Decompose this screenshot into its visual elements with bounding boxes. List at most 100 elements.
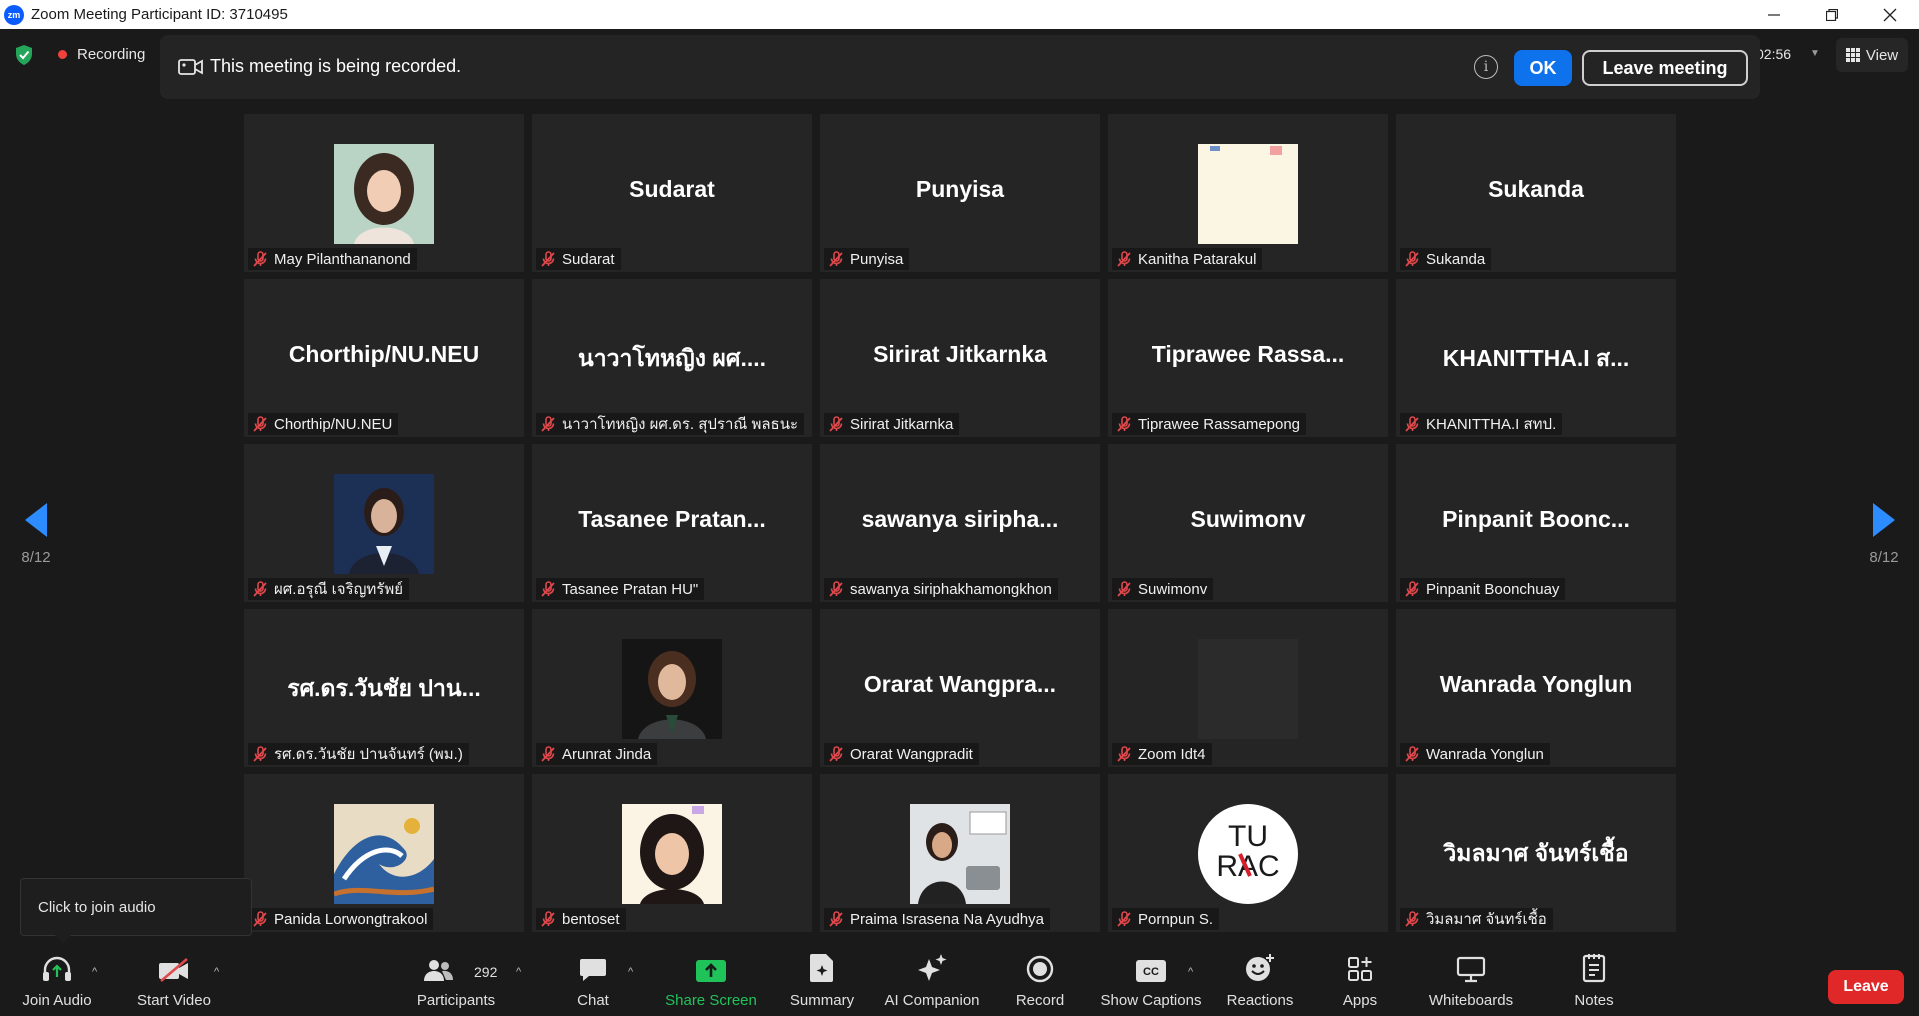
participant-tile[interactable]: Arunrat Jinda bbox=[532, 609, 812, 767]
summary-button[interactable]: Summary bbox=[786, 946, 858, 1016]
previous-page-nav[interactable]: 8/12 bbox=[16, 503, 56, 566]
participant-tile[interactable]: Wanrada Yonglun Wanrada Yonglun bbox=[1396, 609, 1676, 767]
participant-tile[interactable]: Orarat Wangpra... Orarat Wangpradit bbox=[820, 609, 1100, 767]
arrow-left-icon[interactable] bbox=[25, 503, 47, 537]
recording-indicator[interactable]: Recording bbox=[58, 43, 145, 65]
participant-tile[interactable]: Pinpanit Boonc... Pinpanit Boonchuay bbox=[1396, 444, 1676, 602]
whiteboards-button[interactable]: Whiteboards bbox=[1420, 946, 1522, 1016]
participant-name-label: sawanya siriphakhamongkhon bbox=[824, 578, 1058, 600]
participant-name: รศ.ดร.วันชัย ปานจันทร์ (พม.) bbox=[274, 746, 463, 763]
participant-tile[interactable]: Punyisa Punyisa bbox=[820, 114, 1100, 272]
info-icon[interactable]: i bbox=[1474, 55, 1498, 79]
participant-name-label: Arunrat Jinda bbox=[536, 743, 658, 765]
apps-label: Apps bbox=[1342, 992, 1378, 1009]
participant-tile[interactable]: รศ.ดร.วันชัย ปาน... รศ.ดร.วันชัย ปานจันทร… bbox=[244, 609, 524, 767]
ai-companion-button[interactable]: AI Companion bbox=[880, 946, 984, 1016]
participant-display-name: Orarat Wangpra... bbox=[863, 671, 1057, 697]
notes-button[interactable]: Notes bbox=[1568, 946, 1620, 1016]
record-button[interactable]: Record bbox=[1010, 946, 1070, 1016]
participant-tile[interactable]: Panida Lorwongtrakool bbox=[244, 774, 524, 932]
join-audio-button[interactable]: Join Audio bbox=[14, 946, 100, 1016]
participant-tile[interactable]: Chorthip/NU.NEU Chorthip/NU.NEU bbox=[244, 279, 524, 437]
participant-tile[interactable]: sawanya siripha... sawanya siriphakhamong… bbox=[820, 444, 1100, 602]
captions-options-chevron-icon[interactable]: ^ bbox=[1188, 966, 1193, 978]
restore-button[interactable] bbox=[1803, 0, 1861, 29]
reactions-label: Reactions bbox=[1226, 992, 1294, 1009]
minimize-button[interactable] bbox=[1745, 0, 1803, 29]
chat-options-chevron-icon[interactable]: ^ bbox=[628, 966, 633, 978]
show-captions-button[interactable]: CC Show Captions bbox=[1096, 946, 1206, 1016]
view-button[interactable]: View bbox=[1836, 38, 1908, 72]
participant-tile[interactable]: Sirirat Jitkarnka Sirirat Jitkarnka bbox=[820, 279, 1100, 437]
participant-name: Orarat Wangpradit bbox=[850, 745, 973, 763]
window-titlebar: zm Zoom Meeting Participant ID: 3710495 bbox=[0, 0, 1919, 29]
participant-tile[interactable]: Zoom Idt4 bbox=[1108, 609, 1388, 767]
participant-name-label: Suwimonv bbox=[1112, 578, 1214, 600]
participant-avatar-photo bbox=[622, 804, 722, 904]
participant-name-label: Praima Israsena Na Ayudhya bbox=[824, 908, 1050, 930]
whiteboards-label: Whiteboards bbox=[1428, 992, 1514, 1009]
participant-tile[interactable]: Sukanda Sukanda bbox=[1396, 114, 1676, 272]
participant-display-name: Sirirat Jitkarnka bbox=[873, 341, 1047, 367]
ai-sparkle-icon bbox=[918, 954, 947, 981]
svg-text:TU: TU bbox=[1228, 820, 1268, 853]
participant-avatar-placeholder bbox=[1198, 639, 1298, 739]
chat-label: Chat bbox=[577, 992, 609, 1009]
participants-options-chevron-icon[interactable]: ^ bbox=[516, 966, 521, 978]
participant-tile[interactable]: May Pilanthananond bbox=[244, 114, 524, 272]
participants-button[interactable]: 292 Participants bbox=[410, 946, 502, 1016]
participant-name-label: Sirirat Jitkarnka bbox=[824, 413, 960, 435]
share-screen-button[interactable]: Share Screen bbox=[664, 946, 758, 1016]
participant-tile[interactable]: วิมลมาศ จันทร์เชื้อ วิมลมาศ จันทร์เชื้อ bbox=[1396, 774, 1676, 932]
mic-muted-icon bbox=[541, 251, 555, 267]
participant-name-label: May Pilanthananond bbox=[248, 248, 417, 270]
participant-name-label: วิมลมาศ จันทร์เชื้อ bbox=[1400, 908, 1553, 930]
zoom-logo-icon: zm bbox=[4, 4, 24, 25]
apps-button[interactable]: Apps bbox=[1336, 946, 1384, 1016]
participant-name-label: ผศ.อรุณี เจริญทรัพย์ bbox=[248, 578, 410, 600]
audio-options-chevron-icon[interactable]: ^ bbox=[92, 966, 97, 978]
participant-display-name: วิมลมาศ จันทร์เชื้อ bbox=[1443, 840, 1629, 866]
mic-muted-icon bbox=[829, 911, 843, 927]
arrow-right-icon[interactable] bbox=[1873, 503, 1895, 537]
participant-tile[interactable]: Praima Israsena Na Ayudhya bbox=[820, 774, 1100, 932]
next-page-nav[interactable]: 8/12 bbox=[1864, 503, 1904, 566]
video-options-chevron-icon[interactable]: ^ bbox=[214, 966, 219, 978]
close-window-button[interactable] bbox=[1861, 0, 1919, 29]
security-shield-icon[interactable] bbox=[14, 44, 34, 66]
mic-muted-icon bbox=[829, 251, 843, 267]
participant-name: Tasanee Pratan HU" bbox=[562, 580, 699, 598]
participant-name: ผศ.อรุณี เจริญทรัพย์ bbox=[274, 581, 404, 598]
participant-name-label: KHANITTHA.I สทป. bbox=[1400, 413, 1563, 435]
participant-name: Pornpun S. bbox=[1138, 910, 1214, 928]
leave-button[interactable]: Leave bbox=[1828, 970, 1904, 1004]
participant-tile[interactable]: KHANITTHA.I ส... KHANITTHA.I สทป. bbox=[1396, 279, 1676, 437]
participant-display-name: Sudarat bbox=[629, 176, 715, 202]
participant-display-name: Punyisa bbox=[915, 176, 1005, 202]
ok-button[interactable]: OK bbox=[1514, 50, 1572, 86]
participant-tile[interactable]: ผศ.อรุณี เจริญทรัพย์ bbox=[244, 444, 524, 602]
close-icon bbox=[1883, 8, 1897, 21]
participant-tile[interactable]: Kanitha Patarakul bbox=[1108, 114, 1388, 272]
participant-tile[interactable]: Tasanee Pratan... Tasanee Pratan HU" bbox=[532, 444, 812, 602]
start-video-button[interactable]: Start Video bbox=[132, 946, 216, 1016]
chevron-down-icon[interactable]: ▼ bbox=[1810, 48, 1820, 59]
participants-icon bbox=[424, 960, 453, 981]
mic-muted-icon bbox=[253, 416, 267, 432]
participant-name: Chorthip/NU.NEU bbox=[274, 415, 393, 433]
chat-button[interactable]: Chat bbox=[566, 946, 620, 1016]
participant-tile[interactable]: bentoset bbox=[532, 774, 812, 932]
mic-muted-icon bbox=[541, 746, 555, 762]
leave-meeting-button[interactable]: Leave meeting bbox=[1582, 50, 1748, 86]
mic-muted-icon bbox=[1405, 911, 1419, 927]
headphones-icon bbox=[43, 956, 71, 981]
participant-tile[interactable]: TU RAC Pornpun S. bbox=[1108, 774, 1388, 932]
participant-tile[interactable]: นาวาโทหญิง ผศ.... นาวาโทหญิง ผศ.ดร. สุปรา… bbox=[532, 279, 812, 437]
participants-label: Participants bbox=[416, 992, 496, 1009]
participant-tile[interactable]: Suwimonv Suwimonv bbox=[1108, 444, 1388, 602]
reactions-button[interactable]: Reactions bbox=[1222, 946, 1298, 1016]
whiteboard-icon bbox=[1456, 956, 1486, 983]
participant-tile[interactable]: Sudarat Sudarat bbox=[532, 114, 812, 272]
participant-tile[interactable]: Tiprawee Rassa... Tiprawee Rassamepong bbox=[1108, 279, 1388, 437]
participant-name: นาวาโทหญิง ผศ.ดร. สุปราณี พลธนะ bbox=[562, 416, 799, 433]
